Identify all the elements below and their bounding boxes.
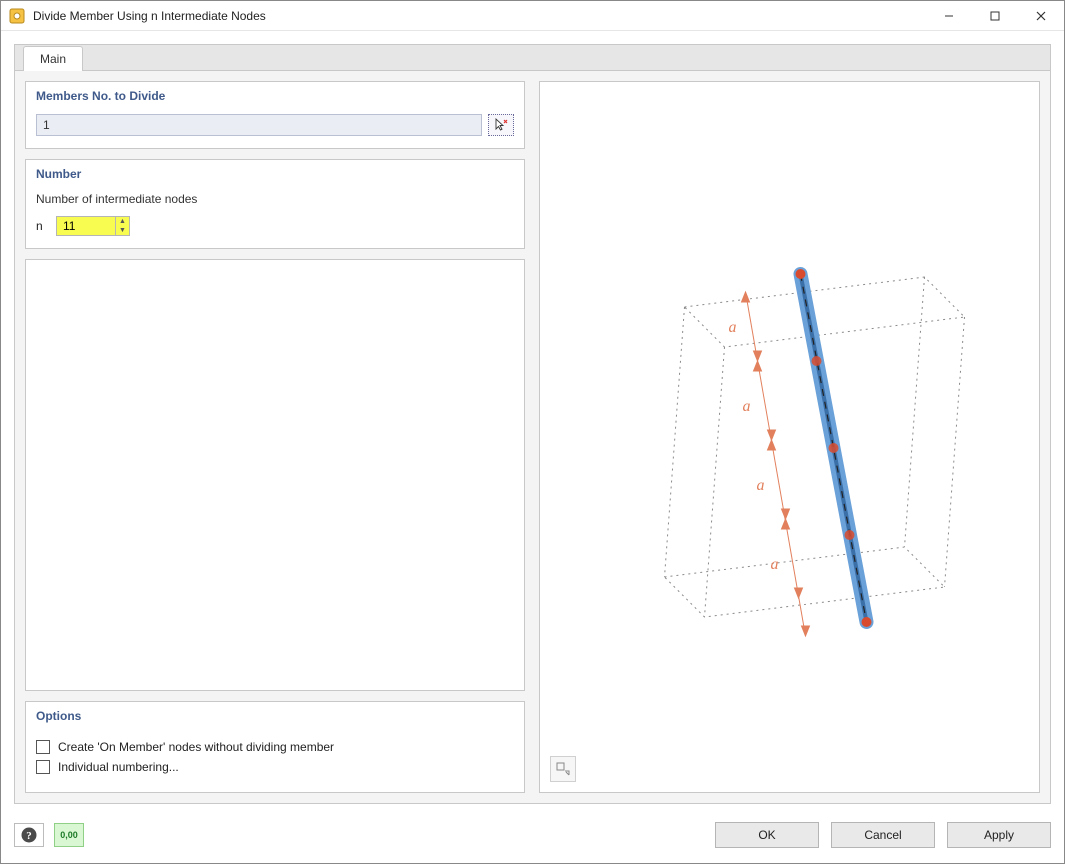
maximize-button[interactable] — [972, 1, 1018, 31]
spin-down-icon[interactable]: ▼ — [116, 226, 129, 235]
group-spacer — [25, 259, 525, 691]
checkbox-icon — [36, 760, 50, 774]
window-title: Divide Member Using n Intermediate Nodes — [33, 9, 926, 23]
segment-label: a — [771, 556, 779, 573]
number-label: Number of intermediate nodes — [36, 192, 514, 206]
group-members-header: Members No. to Divide — [26, 82, 524, 110]
n-prefix: n — [36, 219, 48, 233]
window-controls — [926, 1, 1064, 31]
units-button[interactable]: 0,00 — [54, 823, 84, 847]
preview-illustration: a a a a — [540, 82, 1039, 792]
group-number-header: Number — [26, 160, 524, 188]
units-icon-label: 0,00 — [60, 830, 78, 840]
checkbox-create-on-member-label: Create 'On Member' nodes without dividin… — [58, 740, 334, 754]
members-input[interactable] — [36, 114, 482, 136]
segment-label: a — [743, 398, 751, 415]
group-options-header: Options — [26, 702, 524, 730]
tab-main[interactable]: Main — [23, 46, 83, 71]
pointer-icon — [493, 117, 509, 133]
cancel-button[interactable]: Cancel — [831, 822, 935, 848]
checkbox-individual-numbering-label: Individual numbering... — [58, 760, 179, 774]
checkbox-create-on-member[interactable]: Create 'On Member' nodes without dividin… — [36, 740, 514, 754]
ok-button[interactable]: OK — [715, 822, 819, 848]
group-number: Number Number of intermediate nodes n ▲ … — [25, 159, 525, 249]
reset-view-icon — [555, 761, 571, 777]
help-icon: ? — [20, 826, 38, 844]
svg-text:?: ? — [26, 830, 32, 842]
preview-reset-button[interactable] — [550, 756, 576, 782]
tabstrip: Main — [14, 44, 1051, 70]
titlebar: Divide Member Using n Intermediate Nodes — [1, 1, 1064, 31]
checkbox-individual-numbering[interactable]: Individual numbering... — [36, 760, 514, 774]
group-members: Members No. to Divide — [25, 81, 525, 149]
group-options: Options Create 'On Member' nodes without… — [25, 701, 525, 793]
minimize-button[interactable] — [926, 1, 972, 31]
apply-button[interactable]: Apply — [947, 822, 1051, 848]
close-button[interactable] — [1018, 1, 1064, 31]
checkbox-icon — [36, 740, 50, 754]
n-spinner[interactable]: ▲ ▼ — [56, 216, 130, 236]
app-icon — [9, 8, 25, 24]
segment-label: a — [729, 319, 737, 336]
segment-label: a — [757, 477, 765, 494]
pick-members-button[interactable] — [488, 114, 514, 136]
preview-pane: a a a a — [539, 81, 1040, 793]
n-input[interactable] — [57, 217, 115, 235]
help-button[interactable]: ? — [14, 823, 44, 847]
spin-up-icon[interactable]: ▲ — [116, 217, 129, 226]
